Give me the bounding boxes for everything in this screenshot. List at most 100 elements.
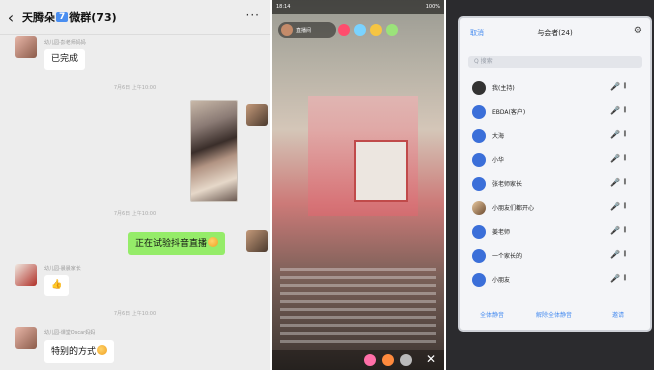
avatar[interactable] [15,36,37,58]
signal-icon: ▐ [622,131,626,137]
member-name: EBDA(客户) [492,109,526,116]
status-time: 18:14 [276,4,291,10]
avatar [472,225,486,239]
close-icon[interactable]: ✕ [426,352,436,366]
member-name: 大海 [492,133,505,140]
signal-icon: ▐ [622,107,626,113]
signal-icon: ▐ [622,155,626,161]
avatar [472,129,486,143]
thumbs-up-icon [97,345,108,355]
battery-level: 100% [425,4,440,10]
message-text: 正在试验抖音直播 [135,239,208,249]
timestamp: 7月6日 上午10:00 [113,85,157,91]
avatar[interactable] [246,104,268,126]
page-title: 与会者(24) [537,29,573,37]
avatar [472,201,486,215]
status-bar: 18:14 100% [272,0,444,14]
signal-icon: ▐ [622,251,626,257]
back-icon[interactable]: ‹ [0,8,22,27]
participants-screen: 取消 与会者(24) ⚙ Q 搜索 我(主持) 🎤 ▐ EBDA(客户) 🎤 ▐… [460,18,650,330]
avatar [472,177,486,191]
sender-name: 幼儿园-课堂Oscar妈妈 [44,330,96,336]
navigation-bar: 取消 与会者(24) ⚙ [460,26,650,42]
member-row[interactable]: 我(主持) 🎤 ▐ [460,78,650,98]
member-row[interactable]: EBDA(客户) 🎤 ▐ [460,102,650,122]
microphone-icon[interactable]: 🎤 [610,130,620,139]
member-name: 小朋友 [492,277,511,284]
microphone-icon[interactable]: 🎤 [610,106,620,115]
member-name: 我(主持) [492,85,515,92]
microphone-icon[interactable]: 🎤 [610,250,620,259]
member-row[interactable]: 小朋友 🎤 ▐ [460,270,650,290]
share-icon[interactable] [382,354,394,366]
group-chat-panel: ‹ 天腾朵 7 微群(73) ··· 幼儿园-彭老师妈妈 已完成 7月6日 上午… [0,0,270,370]
chat-title-prefix: 天腾朵 [22,11,55,24]
avatar [472,153,486,167]
member-row[interactable]: 小华 🎤 ▐ [460,150,650,170]
live-toolbar [272,350,444,370]
message-bubble[interactable]: 正在试验抖音直播 [128,232,226,255]
message-text: 特别的方式 [51,347,97,357]
emoji-icon [208,237,219,247]
sender-name: 幼儿园-彭老师妈妈 [44,40,86,46]
signal-icon: ▐ [622,179,626,185]
microphone-icon[interactable]: 🎤 [610,274,620,283]
video-thumbnail[interactable] [190,100,238,202]
microphone-icon[interactable]: 🎤 [610,202,620,211]
member-row[interactable]: 小朋友们都开心 🎤 ▐ [460,198,650,218]
viewer-avatar-icon[interactable] [354,24,366,36]
microphone-icon[interactable]: 🎤 [610,226,620,235]
avatar [472,273,486,287]
microphone-icon[interactable]: 🎤 [610,154,620,163]
comment-feed [280,268,436,346]
member-name: 小华 [492,157,505,164]
projector-screen [354,140,408,202]
member-row[interactable]: 一个家长的 🎤 ▐ [460,246,650,266]
avatar [472,105,486,119]
message-bubble[interactable]: 特别的方式 [44,340,115,363]
host-avatar [281,24,293,36]
signal-icon: ▐ [622,275,626,281]
sender-name: 幼儿园-晨晨家长 [44,266,81,272]
search-input[interactable]: Q 搜索 [468,56,642,68]
invite-button[interactable]: 邀请 [612,310,624,319]
signal-icon: ▐ [622,227,626,233]
signal-icon: ▐ [622,83,626,89]
signal-icon: ▐ [622,203,626,209]
message-bubble[interactable]: 👍 [44,275,70,296]
member-name: 一个家长的 [492,253,523,260]
microphone-icon[interactable]: 🎤 [610,178,620,187]
host-info[interactable]: 直播间 [278,22,336,38]
avatar[interactable] [15,264,37,286]
message-bubble[interactable]: 已完成 [44,49,86,70]
footer-actions: 全体静音 解除全体静音 邀请 [460,308,650,322]
chat-title-suffix: 微群(73) [69,11,117,24]
member-name: 张老师家长 [492,181,523,188]
microphone-icon[interactable]: 🎤 [610,82,620,91]
avatar[interactable] [246,230,268,252]
viewer-icons [338,24,398,36]
member-row[interactable]: 姜老师 🎤 ▐ [460,222,650,242]
tablet-photo-panel: 取消 与会者(24) ⚙ Q 搜索 我(主持) 🎤 ▐ EBDA(客户) 🎤 ▐… [446,0,654,370]
member-name: 小朋友们都开心 [492,205,535,212]
live-stream-panel: 18:14 100% 直播间 ✕ [272,0,444,370]
mute-all-button[interactable]: 全体静音 [480,310,504,319]
host-label: 直播间 [296,27,312,34]
chat-header: ‹ 天腾朵 7 微群(73) ··· [0,0,270,35]
timestamp: 7月6日 上午10:00 [113,311,157,317]
viewer-avatar-icon[interactable] [370,24,382,36]
heart-icon[interactable] [338,24,350,36]
member-row[interactable]: 张老师家长 🎤 ▐ [460,174,650,194]
chat-title: 天腾朵 7 微群(73) [22,9,117,25]
timestamp: 7月6日 上午10:00 [113,211,157,217]
avatar[interactable] [15,327,37,349]
gift-icon[interactable] [364,354,376,366]
member-row[interactable]: 大海 🎤 ▐ [460,126,650,146]
unmute-all-button[interactable]: 解除全体静音 [536,310,572,319]
avatar [472,249,486,263]
more-icon[interactable] [400,354,412,366]
member-name: 姜老师 [492,229,511,236]
more-icon[interactable]: ··· [246,8,260,22]
viewer-avatar-icon[interactable] [386,24,398,36]
gear-icon[interactable]: ⚙ [634,26,642,36]
